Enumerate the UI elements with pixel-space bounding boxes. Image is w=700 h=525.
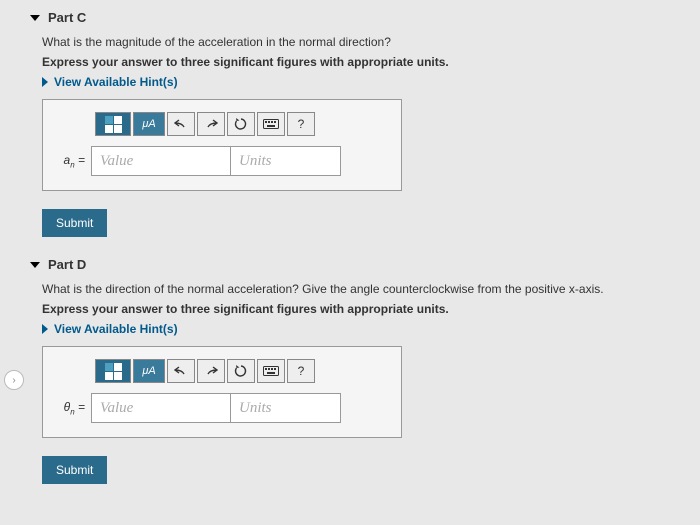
part-c-question: What is the magnitude of the acceleratio…	[42, 35, 670, 49]
undo-button[interactable]	[167, 359, 195, 383]
hints-toggle[interactable]: View Available Hint(s)	[42, 75, 670, 89]
input-row-d: θn = Value Units	[55, 393, 389, 423]
caret-down-icon	[30, 262, 40, 268]
toolbar-c: μA ?	[95, 112, 389, 136]
part-c-title: Part C	[48, 10, 86, 25]
help-button[interactable]: ?	[287, 112, 315, 136]
undo-button[interactable]	[167, 112, 195, 136]
redo-button[interactable]	[197, 112, 225, 136]
units-formatting-button[interactable]: μA	[133, 359, 165, 383]
units-input[interactable]: Units	[231, 146, 341, 176]
nav-next-icon[interactable]: ›	[4, 370, 24, 390]
part-c-instruction: Express your answer to three significant…	[42, 55, 670, 69]
answer-box-c: μA ? an = Value Un	[42, 99, 402, 191]
help-button[interactable]: ?	[287, 359, 315, 383]
units-input[interactable]: Units	[231, 393, 341, 423]
units-formatting-button[interactable]: μA	[133, 112, 165, 136]
hints-label: View Available Hint(s)	[54, 75, 178, 89]
toolbar-d: μA ?	[95, 359, 389, 383]
part-d-instruction: Express your answer to three significant…	[42, 302, 670, 316]
template-button[interactable]	[95, 359, 131, 383]
submit-button[interactable]: Submit	[42, 209, 107, 237]
redo-button[interactable]	[197, 359, 225, 383]
input-row-c: an = Value Units	[55, 146, 389, 176]
part-d-question: What is the direction of the normal acce…	[42, 282, 670, 296]
answer-box-d: μA ? θn = Value Un	[42, 346, 402, 438]
hints-label: View Available Hint(s)	[54, 322, 178, 336]
reset-button[interactable]	[227, 112, 255, 136]
variable-label-c: an =	[55, 153, 85, 169]
template-button[interactable]	[95, 112, 131, 136]
keyboard-button[interactable]	[257, 359, 285, 383]
caret-down-icon	[30, 15, 40, 21]
variable-label-d: θn =	[55, 400, 85, 416]
value-input[interactable]: Value	[91, 146, 231, 176]
part-d-section: Part D What is the direction of the norm…	[30, 257, 670, 484]
part-d-title: Part D	[48, 257, 86, 272]
reset-button[interactable]	[227, 359, 255, 383]
caret-right-icon	[42, 324, 48, 334]
caret-right-icon	[42, 77, 48, 87]
part-c-section: Part C What is the magnitude of the acce…	[30, 10, 670, 237]
part-c-header[interactable]: Part C	[30, 10, 670, 25]
value-input[interactable]: Value	[91, 393, 231, 423]
hints-toggle[interactable]: View Available Hint(s)	[42, 322, 670, 336]
submit-button[interactable]: Submit	[42, 456, 107, 484]
keyboard-button[interactable]	[257, 112, 285, 136]
part-d-header[interactable]: Part D	[30, 257, 670, 272]
